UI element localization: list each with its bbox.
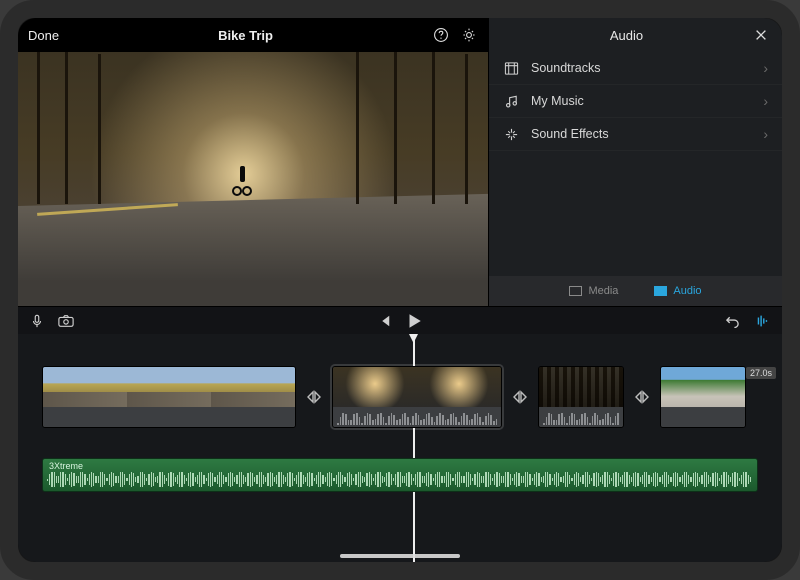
audio-panel: Audio Soundtracks › My Music bbox=[488, 18, 782, 306]
chevron-right-icon: › bbox=[763, 93, 768, 109]
clip-duration-chip: 27.0s bbox=[746, 367, 776, 379]
panel-title: Audio bbox=[501, 28, 752, 43]
video-viewer[interactable] bbox=[18, 52, 488, 306]
sparkle-icon bbox=[503, 126, 519, 142]
list-item-soundtracks[interactable]: Soundtracks › bbox=[489, 52, 782, 85]
timeline[interactable]: 27.0s bbox=[18, 334, 782, 562]
list-item-label: Sound Effects bbox=[531, 127, 609, 141]
tab-media[interactable]: Media bbox=[569, 285, 618, 297]
list-item-label: Soundtracks bbox=[531, 61, 600, 75]
settings-icon[interactable] bbox=[460, 26, 478, 44]
video-clip[interactable] bbox=[538, 366, 624, 428]
list-item-label: My Music bbox=[531, 94, 584, 108]
soundtracks-icon bbox=[503, 60, 519, 76]
tab-label: Media bbox=[588, 285, 618, 297]
app-screen: Done Bike Trip A bbox=[18, 18, 782, 562]
play-button[interactable] bbox=[405, 312, 423, 330]
done-button[interactable]: Done bbox=[28, 28, 59, 43]
list-item-sound-effects[interactable]: Sound Effects › bbox=[489, 118, 782, 151]
chevron-right-icon: › bbox=[763, 60, 768, 76]
media-icon bbox=[569, 286, 582, 296]
audio-icon bbox=[654, 286, 667, 296]
transition-icon[interactable] bbox=[632, 366, 652, 428]
audio-clip-label: 3Xtreme bbox=[49, 461, 83, 471]
audio-clip[interactable]: 3Xtreme bbox=[42, 458, 758, 492]
video-clip[interactable] bbox=[660, 366, 746, 428]
audio-waveform-settings-icon[interactable] bbox=[754, 314, 770, 328]
audio-category-list: Soundtracks › My Music › Sound Effects › bbox=[489, 52, 782, 276]
video-clip[interactable] bbox=[332, 366, 502, 428]
voiceover-mic-icon[interactable] bbox=[30, 314, 44, 328]
project-title: Bike Trip bbox=[59, 28, 432, 43]
chevron-right-icon: › bbox=[763, 126, 768, 142]
preview-pane: Done Bike Trip bbox=[18, 18, 488, 306]
video-clip[interactable] bbox=[42, 366, 296, 428]
undo-icon[interactable] bbox=[725, 314, 740, 328]
home-indicator[interactable] bbox=[340, 554, 460, 558]
video-track bbox=[42, 366, 758, 444]
panel-tabs: Media Audio bbox=[489, 276, 782, 306]
transport-bar bbox=[18, 306, 782, 334]
transition-icon[interactable] bbox=[510, 366, 530, 428]
camera-icon[interactable] bbox=[58, 314, 74, 328]
skip-back-icon[interactable] bbox=[377, 314, 391, 328]
tab-label: Audio bbox=[673, 285, 701, 297]
close-icon[interactable] bbox=[752, 26, 770, 44]
transition-icon[interactable] bbox=[304, 366, 324, 428]
help-icon[interactable] bbox=[432, 26, 450, 44]
list-item-my-music[interactable]: My Music › bbox=[489, 85, 782, 118]
tab-audio[interactable]: Audio bbox=[654, 285, 701, 297]
music-note-icon bbox=[503, 93, 519, 109]
